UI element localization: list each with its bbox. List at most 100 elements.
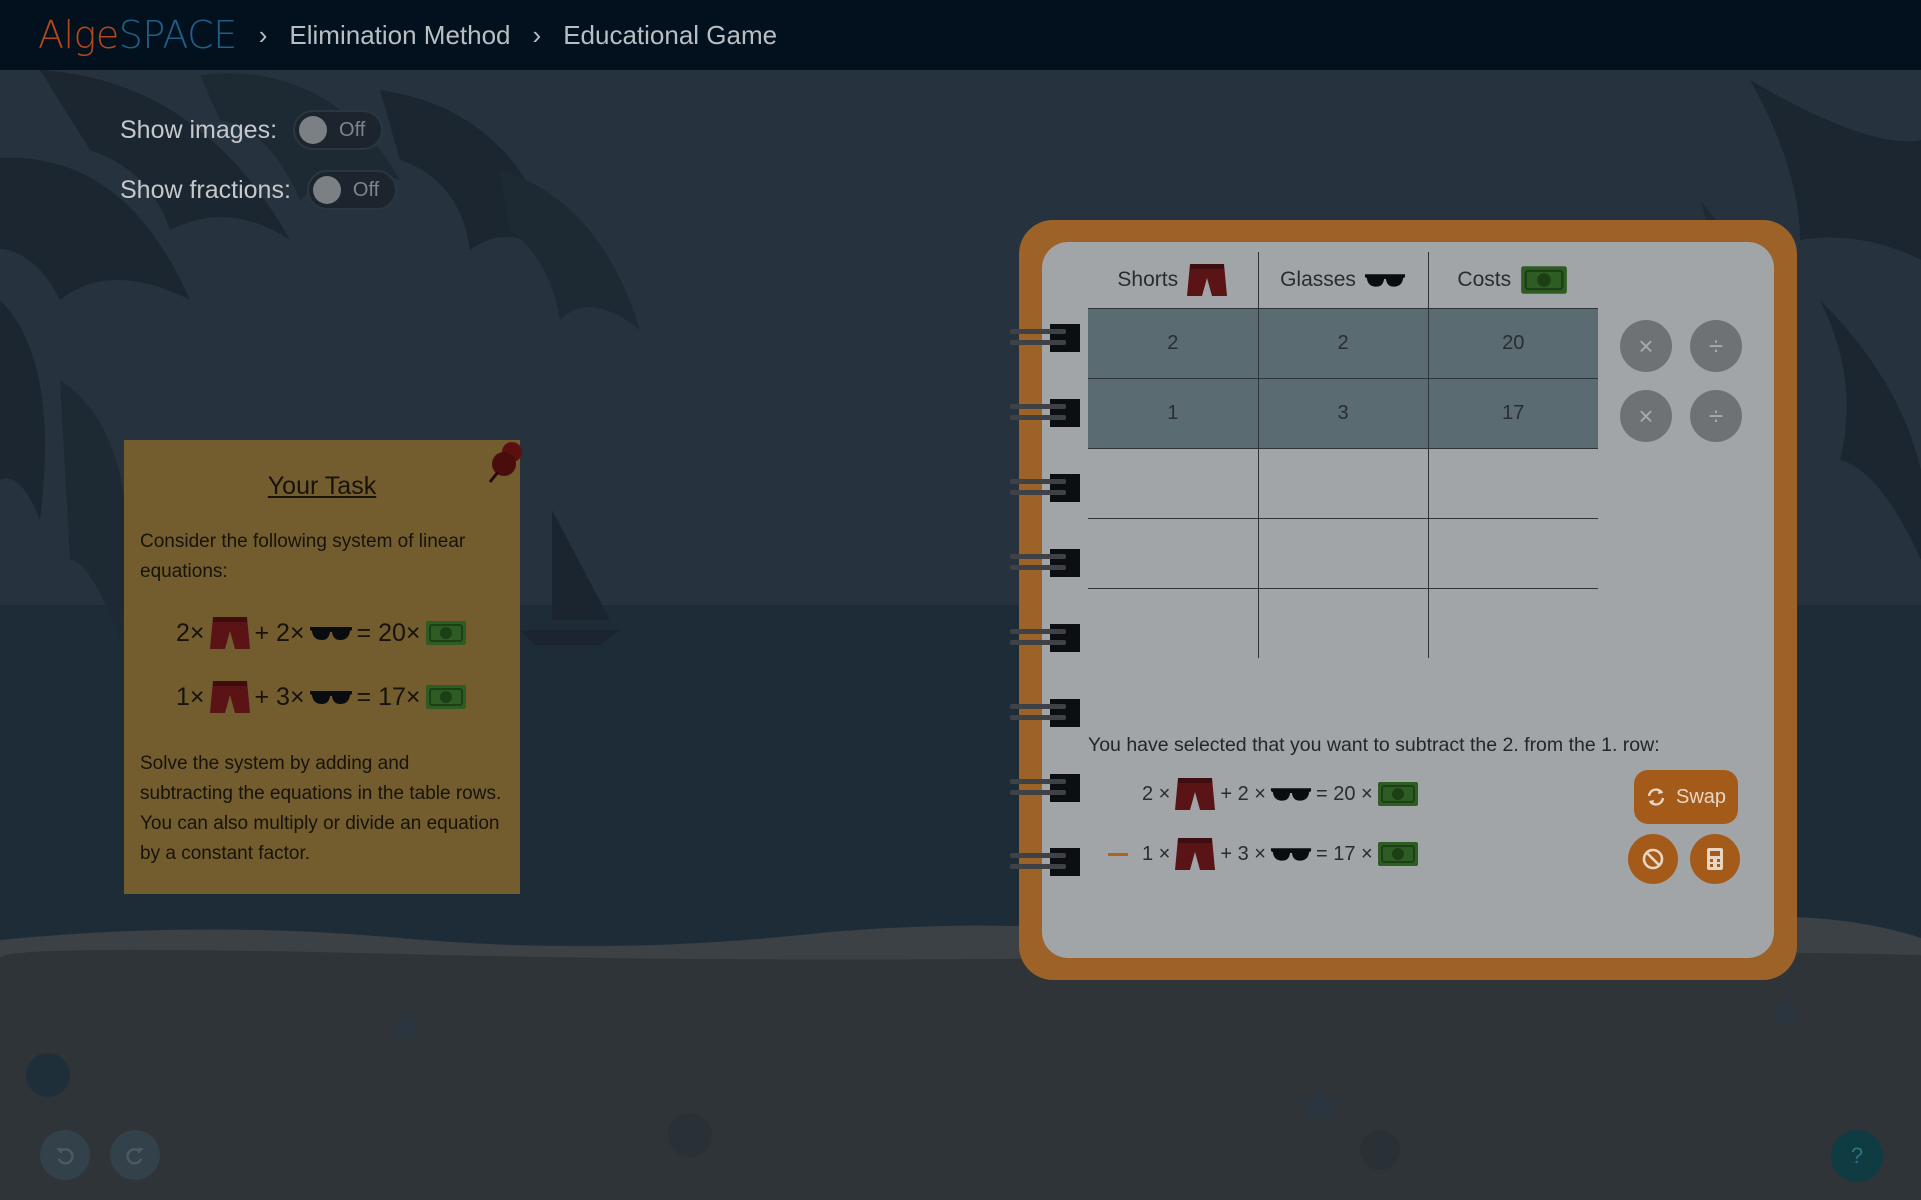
money-icon: [425, 621, 466, 645]
cancel-button[interactable]: [1628, 834, 1678, 884]
show-fractions-toggle[interactable]: Off: [306, 170, 397, 210]
table-cell[interactable]: 17: [1427, 377, 1598, 448]
selected-equation-2: 1 × + 3 × = 17 ×: [1108, 836, 1419, 872]
eq1-coef-shorts: 2×: [176, 618, 205, 647]
spiral-ring: [1010, 474, 1080, 502]
show-fractions-setting: Show fractions: Off: [120, 170, 397, 210]
table-cell[interactable]: 2: [1088, 307, 1258, 378]
table-row[interactable]: 2 2 20: [1088, 307, 1598, 378]
table-cell[interactable]: 20: [1427, 307, 1598, 378]
logo-part-2: SPACE: [118, 13, 237, 57]
swap-label: Swap: [1675, 785, 1727, 808]
eq1-coef-glasses: + 2×: [254, 618, 305, 647]
toggle-knob: [299, 116, 328, 144]
line1-coef-shorts: 2 ×: [1142, 782, 1171, 805]
task-body: Solve the system by adding and subtracti…: [140, 753, 502, 864]
eq2-coef-shorts: 1×: [176, 682, 205, 711]
help-button[interactable]: ?: [1831, 1130, 1883, 1182]
selection-message: You have selected that you want to subtr…: [1088, 734, 1660, 756]
multiply-row-2-button[interactable]: ×: [1620, 390, 1672, 442]
table-row[interactable]: 1 3 17: [1088, 377, 1598, 448]
task-equation-1: 2× + 2× = 20×: [176, 605, 504, 661]
undo-button[interactable]: [40, 1130, 90, 1180]
show-images-toggle[interactable]: Off: [293, 110, 384, 150]
table-cell[interactable]: 2: [1257, 307, 1428, 378]
money-icon: [1377, 842, 1418, 866]
chevron-right-icon: ›: [258, 19, 268, 50]
calculator-icon: [1707, 848, 1723, 870]
task-title: Your Task: [267, 472, 377, 500]
glasses-icon: [1364, 274, 1405, 287]
shorts-icon: [209, 617, 250, 649]
toggle-state: Off: [339, 119, 366, 141]
selected-equation-1: 2 × + 2 × = 20 ×: [1138, 776, 1419, 812]
column-header-costs: Costs: [1427, 252, 1598, 308]
toggle-state: Off: [352, 179, 380, 201]
money-icon: [1521, 266, 1567, 294]
line2-coef-shorts: 1 ×: [1142, 842, 1171, 865]
table-cell[interactable]: 3: [1257, 377, 1428, 448]
toggle-knob: [312, 176, 341, 204]
table-cell: [1427, 517, 1598, 588]
table-cell: [1427, 447, 1598, 518]
table-header-row: Shorts Glasses Costs: [1088, 252, 1598, 308]
column-header-shorts: Shorts: [1088, 252, 1258, 308]
swap-icon: [1647, 788, 1665, 806]
money-icon: [425, 685, 466, 709]
table-row: [1088, 587, 1598, 658]
money-icon: [1377, 782, 1418, 806]
multiply-row-1-button[interactable]: ×: [1620, 320, 1672, 372]
show-images-label: Show images:: [120, 115, 278, 144]
eq2-coef-money: = 17×: [356, 682, 421, 711]
table-row: [1088, 517, 1598, 588]
swap-button[interactable]: Swap: [1634, 770, 1738, 824]
shorts-icon: [1175, 838, 1216, 870]
breadcrumb-elimination-method[interactable]: Elimination Method: [289, 20, 510, 51]
table-row: [1088, 447, 1598, 518]
table-cell: [1088, 587, 1258, 658]
column-header-label: Costs: [1457, 267, 1512, 291]
pushpin-icon: [488, 442, 522, 483]
spiral-ring: [1010, 399, 1080, 427]
spiral-ring: [1010, 774, 1080, 802]
table-cell: [1257, 587, 1428, 658]
column-header-label: Glasses: [1280, 267, 1356, 291]
task-note: Your Task Consider the following system …: [124, 440, 520, 894]
redo-button[interactable]: [110, 1130, 160, 1180]
table-cell: [1257, 517, 1428, 588]
task-intro: Consider the following system of linear …: [140, 531, 466, 582]
divide-row-1-button[interactable]: ÷: [1690, 320, 1742, 372]
eq2-coef-glasses: + 3×: [254, 682, 305, 711]
divide-row-2-button[interactable]: ÷: [1690, 390, 1742, 442]
logo-part-1: Alge: [38, 13, 119, 57]
line2-coef-glasses: + 3 ×: [1220, 842, 1266, 865]
column-header-label: Shorts: [1117, 267, 1179, 291]
table-cell: [1088, 447, 1258, 518]
table-cell: [1088, 517, 1258, 588]
spiral-ring: [1010, 848, 1080, 876]
spiral-ring: [1010, 624, 1080, 652]
cancel-icon: [1642, 848, 1664, 870]
calculate-button[interactable]: [1690, 834, 1740, 884]
equation-table: Shorts Glasses Costs 2 2 20 1 3 17: [1088, 252, 1598, 658]
show-fractions-label: Show fractions:: [120, 175, 291, 204]
eq1-coef-money: = 20×: [356, 618, 421, 647]
table-cell: [1427, 587, 1598, 658]
table-cell: [1257, 447, 1428, 518]
undo-icon: [56, 1148, 74, 1165]
spiral-ring: [1010, 699, 1080, 727]
glasses-icon: [309, 691, 352, 704]
task-equation-2: 1× + 3× = 17×: [176, 669, 504, 725]
spiral-ring: [1010, 549, 1080, 577]
table-cell[interactable]: 1: [1088, 377, 1258, 448]
glasses-icon: [1270, 788, 1312, 801]
shorts-icon: [1175, 778, 1216, 810]
show-images-setting: Show images: Off: [120, 110, 384, 150]
top-navigation-bar: AlgeSPACE › Elimination Method › Educati…: [0, 0, 1921, 70]
algespace-logo[interactable]: AlgeSPACE: [38, 13, 237, 57]
shorts-icon: [1187, 263, 1228, 296]
line1-coef-glasses: + 2 ×: [1220, 782, 1266, 805]
redo-icon: [126, 1148, 144, 1165]
shorts-icon: [209, 681, 250, 713]
minus-sign-icon: [1108, 852, 1128, 856]
